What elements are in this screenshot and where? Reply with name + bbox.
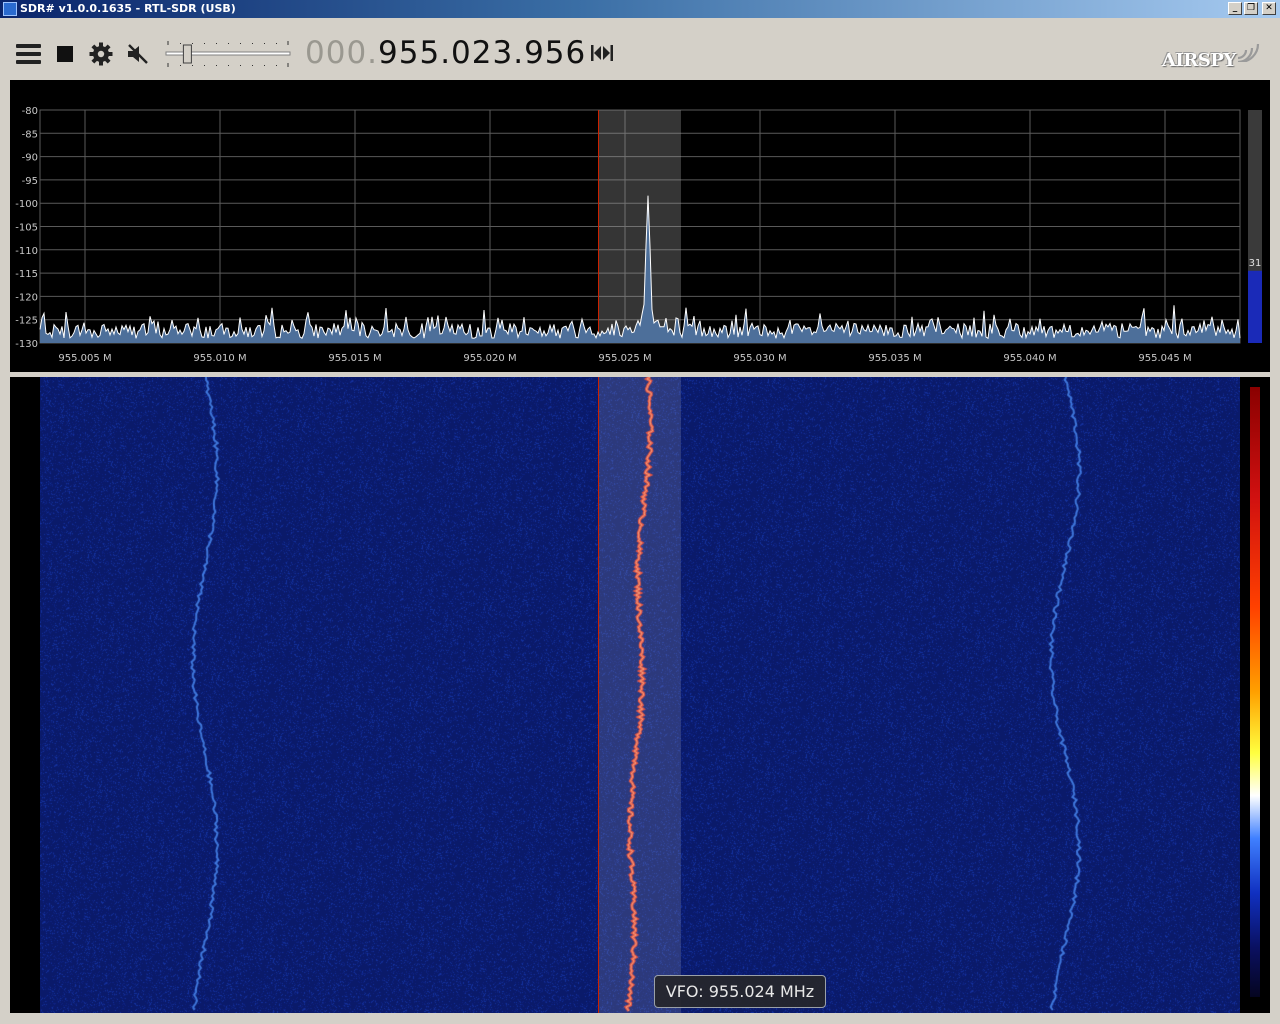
y-tick-label: -85 [22, 129, 38, 140]
frequency-display[interactable]: 000.955.023.956 [305, 33, 586, 73]
x-tick-label: 955.040 M [1003, 353, 1056, 364]
minimize-button[interactable]: _ [1228, 2, 1242, 15]
step-icon[interactable] [590, 44, 614, 62]
x-tick-label: 955.020 M [463, 353, 516, 364]
close-button[interactable]: ✕ [1262, 2, 1276, 15]
gear-icon[interactable] [89, 42, 113, 66]
x-tick-label: 955.015 M [328, 353, 381, 364]
waterfall-color-scale [1250, 387, 1260, 997]
y-tick-label: -120 [15, 292, 38, 303]
x-axis-ticks: 955.005 M 955.010 M 955.015 M 955.020 M … [58, 353, 1191, 364]
x-tick-label: 955.025 M [598, 353, 651, 364]
y-tick-label: -130 [15, 339, 38, 350]
mute-icon[interactable] [125, 42, 151, 66]
frequency-value[interactable]: 955.023.956 [378, 35, 586, 71]
x-tick-label: 955.010 M [193, 353, 246, 364]
vfo-bandwidth-overlay[interactable] [599, 377, 681, 1013]
y-tick-label: -115 [15, 269, 38, 280]
airspy-logo: AIRSPY [1160, 38, 1260, 78]
volume-slider[interactable] [164, 38, 292, 70]
toolbar: 000.955.023.956 AIRSPY [0, 18, 1280, 80]
y-tick-label: -95 [22, 176, 38, 187]
maximize-button[interactable]: ❐ [1244, 2, 1258, 15]
level-value: 31 [1249, 258, 1262, 269]
y-tick-label: -110 [15, 246, 38, 257]
signal-waves-icon [1237, 43, 1260, 62]
level-meter-fill [1248, 270, 1262, 343]
y-tick-label: -105 [15, 223, 38, 234]
x-tick-label: 955.045 M [1138, 353, 1191, 364]
stop-icon[interactable] [57, 46, 73, 62]
x-tick-label: 955.030 M [733, 353, 786, 364]
y-tick-label: -80 [22, 106, 38, 117]
status-bar [0, 1013, 1280, 1024]
brand-text: AIRSPY [1162, 50, 1236, 71]
window-title: SDR# v1.0.0.1635 - RTL-SDR (USB) [20, 2, 236, 15]
app-icon [3, 2, 17, 16]
title-bar: SDR# v1.0.0.1635 - RTL-SDR (USB) _ ❐ ✕ [0, 0, 1280, 18]
vfo-tooltip: VFO: 955.024 MHz [654, 975, 826, 1008]
menu-icon[interactable] [16, 44, 41, 64]
x-tick-label: 955.005 M [58, 353, 111, 364]
vfo-bandwidth-overlay[interactable] [599, 110, 681, 343]
y-tick-label: -100 [15, 199, 38, 210]
vfo-center-line[interactable] [598, 377, 599, 1013]
y-tick-label: -125 [15, 316, 38, 327]
waterfall-display[interactable] [10, 377, 1270, 1013]
y-axis-ticks: -80 -85 -90 -95 -100 -105 -110 -115 -120… [15, 106, 38, 350]
x-tick-label: 955.035 M [868, 353, 921, 364]
spectrum-analyzer[interactable]: -80 -85 -90 -95 -100 -105 -110 -115 -120… [10, 80, 1270, 372]
y-tick-label: -90 [22, 153, 38, 164]
frequency-prefix[interactable]: 000. [305, 35, 378, 71]
